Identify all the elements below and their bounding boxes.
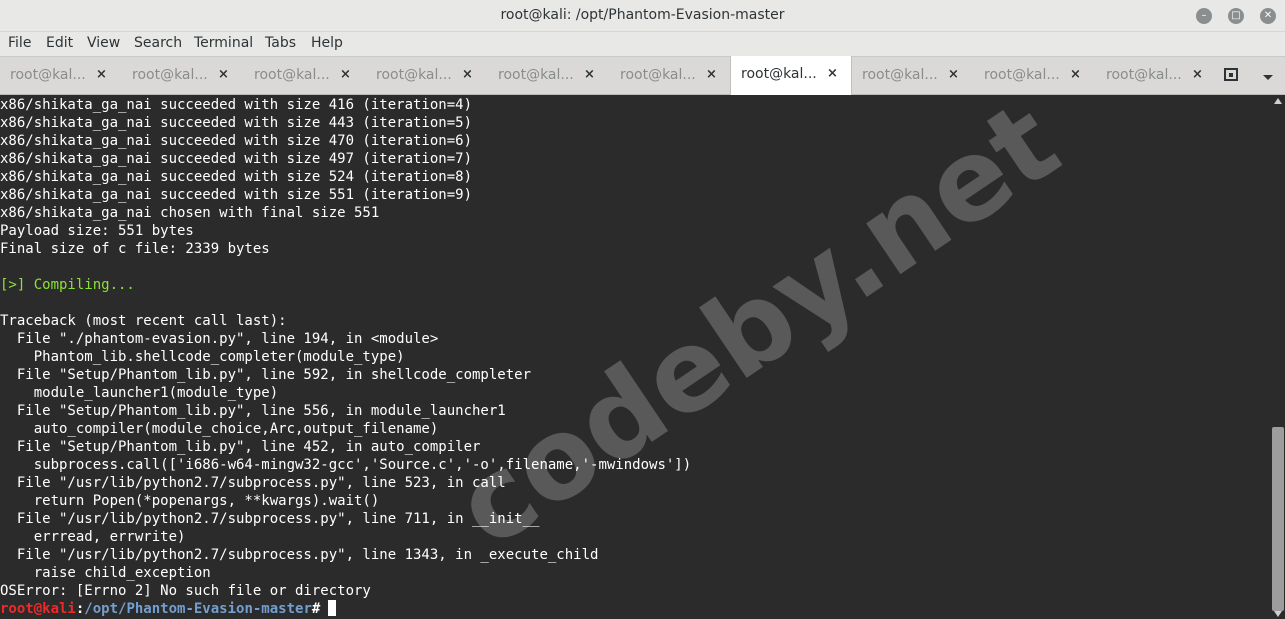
close-window-icon[interactable]: ✕ (1260, 8, 1276, 24)
prompt-symbol: # (311, 601, 321, 617)
close-tab-icon[interactable]: × (462, 67, 473, 82)
tab[interactable]: root@kal... × (610, 57, 732, 95)
tab[interactable]: root@kal... × (244, 57, 366, 95)
menu-edit[interactable]: Edit (46, 35, 73, 51)
terminal-line: subprocess.call(['i686-w64-mingw32-gcc',… (0, 457, 692, 473)
terminal-line: x86/shikata_ga_nai succeeded with size 4… (0, 151, 473, 167)
tab[interactable]: root@kal... × (974, 57, 1096, 95)
terminal-output[interactable]: x86/shikata_ga_nai succeeded with size 4… (0, 95, 1271, 619)
terminal-line: module_launcher1(module_type) (0, 385, 279, 401)
chevron-down-icon[interactable] (1262, 70, 1274, 86)
menu-help[interactable]: Help (311, 35, 343, 51)
terminal-line: x86/shikata_ga_nai chosen with final siz… (0, 205, 380, 221)
terminal-line: [>] Compiling... (0, 277, 135, 293)
new-tab-icon[interactable] (1224, 66, 1240, 86)
terminal-line: OSError: [Errno 2] No such file or direc… (0, 583, 371, 599)
terminal-line: Phantom_lib.shellcode_completer(module_t… (0, 349, 405, 365)
close-tab-icon[interactable]: × (827, 66, 838, 81)
tab-label: root@kal... (984, 67, 1060, 83)
terminal-line: raise child_exception (0, 565, 211, 581)
minimize-icon[interactable]: – (1196, 8, 1212, 24)
window-title: root@kali: /opt/Phantom-Evasion-master (500, 7, 785, 23)
tab[interactable]: root@kal... × (852, 57, 974, 95)
terminal-line: File "Setup/Phantom_lib.py", line 556, i… (0, 403, 506, 419)
terminal-line: auto_compiler(module_choice,Arc,output_f… (0, 421, 439, 437)
scroll-up-arrow-icon[interactable] (1274, 98, 1282, 104)
terminal-line: x86/shikata_ga_nai succeeded with size 4… (0, 97, 473, 113)
close-tab-icon[interactable]: × (948, 67, 959, 82)
tab[interactable]: root@kal... × (488, 57, 610, 95)
menu-view[interactable]: View (87, 35, 120, 51)
menu-file[interactable]: File (8, 35, 31, 51)
prompt-line: root@kali:/opt/Phantom-Evasion-master# (0, 600, 1271, 618)
close-tab-icon[interactable]: × (340, 67, 351, 82)
terminal-line: File "Setup/Phantom_lib.py", line 452, i… (0, 439, 481, 455)
scrollbar-thumb[interactable] (1272, 427, 1284, 611)
close-tab-icon[interactable]: × (218, 67, 229, 82)
tab[interactable]: root@kal... × (0, 57, 122, 95)
terminal-line: Traceback (most recent call last): (0, 313, 287, 329)
terminal-lines: x86/shikata_ga_nai succeeded with size 4… (0, 95, 1271, 600)
close-tab-icon[interactable]: × (1192, 67, 1203, 82)
tab-label: root@kal... (498, 67, 574, 83)
terminal-line: File "Setup/Phantom_lib.py", line 592, i… (0, 367, 532, 383)
prompt-path: /opt/Phantom-Evasion-master (84, 601, 312, 617)
terminal-line: x86/shikata_ga_nai succeeded with size 5… (0, 187, 473, 203)
text-cursor (328, 600, 337, 616)
close-tab-icon[interactable]: × (96, 67, 107, 82)
close-tab-icon[interactable]: × (1070, 67, 1081, 82)
terminal-line: x86/shikata_ga_nai succeeded with size 4… (0, 115, 473, 131)
terminal-line: File "/usr/lib/python2.7/subprocess.py",… (0, 475, 506, 491)
terminal-line: return Popen(*popenargs, **kwargs).wait(… (0, 493, 380, 509)
tab-label: root@kal... (254, 67, 330, 83)
terminal-line: Payload size: 551 bytes (0, 223, 194, 239)
prompt-user: root@kali (0, 601, 76, 617)
terminal-line: Final size of c file: 2339 bytes (0, 241, 270, 257)
menu-terminal[interactable]: Terminal (194, 35, 253, 51)
terminal-line: File "/usr/lib/python2.7/subprocess.py",… (0, 547, 599, 563)
menu-bar: File Edit View Search Terminal Tabs Help (0, 32, 1285, 56)
tab[interactable]: root@kal... × (1096, 57, 1218, 95)
tab-label: root@kal... (862, 67, 938, 83)
tab-label: root@kal... (376, 67, 452, 83)
terminal-line: x86/shikata_ga_nai succeeded with size 5… (0, 169, 473, 185)
tab[interactable]: root@kal... × (122, 57, 244, 95)
tab-label: root@kal... (10, 67, 86, 83)
terminal-line: errread, errwrite) (0, 529, 186, 545)
tab-bar: root@kal... × root@kal... × root@kal... … (0, 56, 1285, 96)
tab-label: root@kal... (620, 67, 696, 83)
menu-tabs[interactable]: Tabs (265, 35, 296, 51)
scroll-down-arrow-icon[interactable] (1274, 611, 1282, 617)
maximize-icon[interactable]: □ (1228, 8, 1244, 24)
title-bar: root@kali: /opt/Phantom-Evasion-master –… (0, 0, 1285, 32)
tab-label: root@kal... (132, 67, 208, 83)
tab-active[interactable]: root@kal... × (730, 56, 852, 96)
terminal-line: File "./phantom-evasion.py", line 194, i… (0, 331, 439, 347)
terminal-line: File "/usr/lib/python2.7/subprocess.py",… (0, 511, 540, 527)
close-tab-icon[interactable]: × (706, 67, 717, 82)
terminal-line: x86/shikata_ga_nai succeeded with size 4… (0, 133, 473, 149)
tab-label: root@kal... (1106, 67, 1182, 83)
tab-label: root@kal... (741, 66, 817, 82)
menu-search[interactable]: Search (134, 35, 182, 51)
tab[interactable]: root@kal... × (366, 57, 488, 95)
close-tab-icon[interactable]: × (584, 67, 595, 82)
